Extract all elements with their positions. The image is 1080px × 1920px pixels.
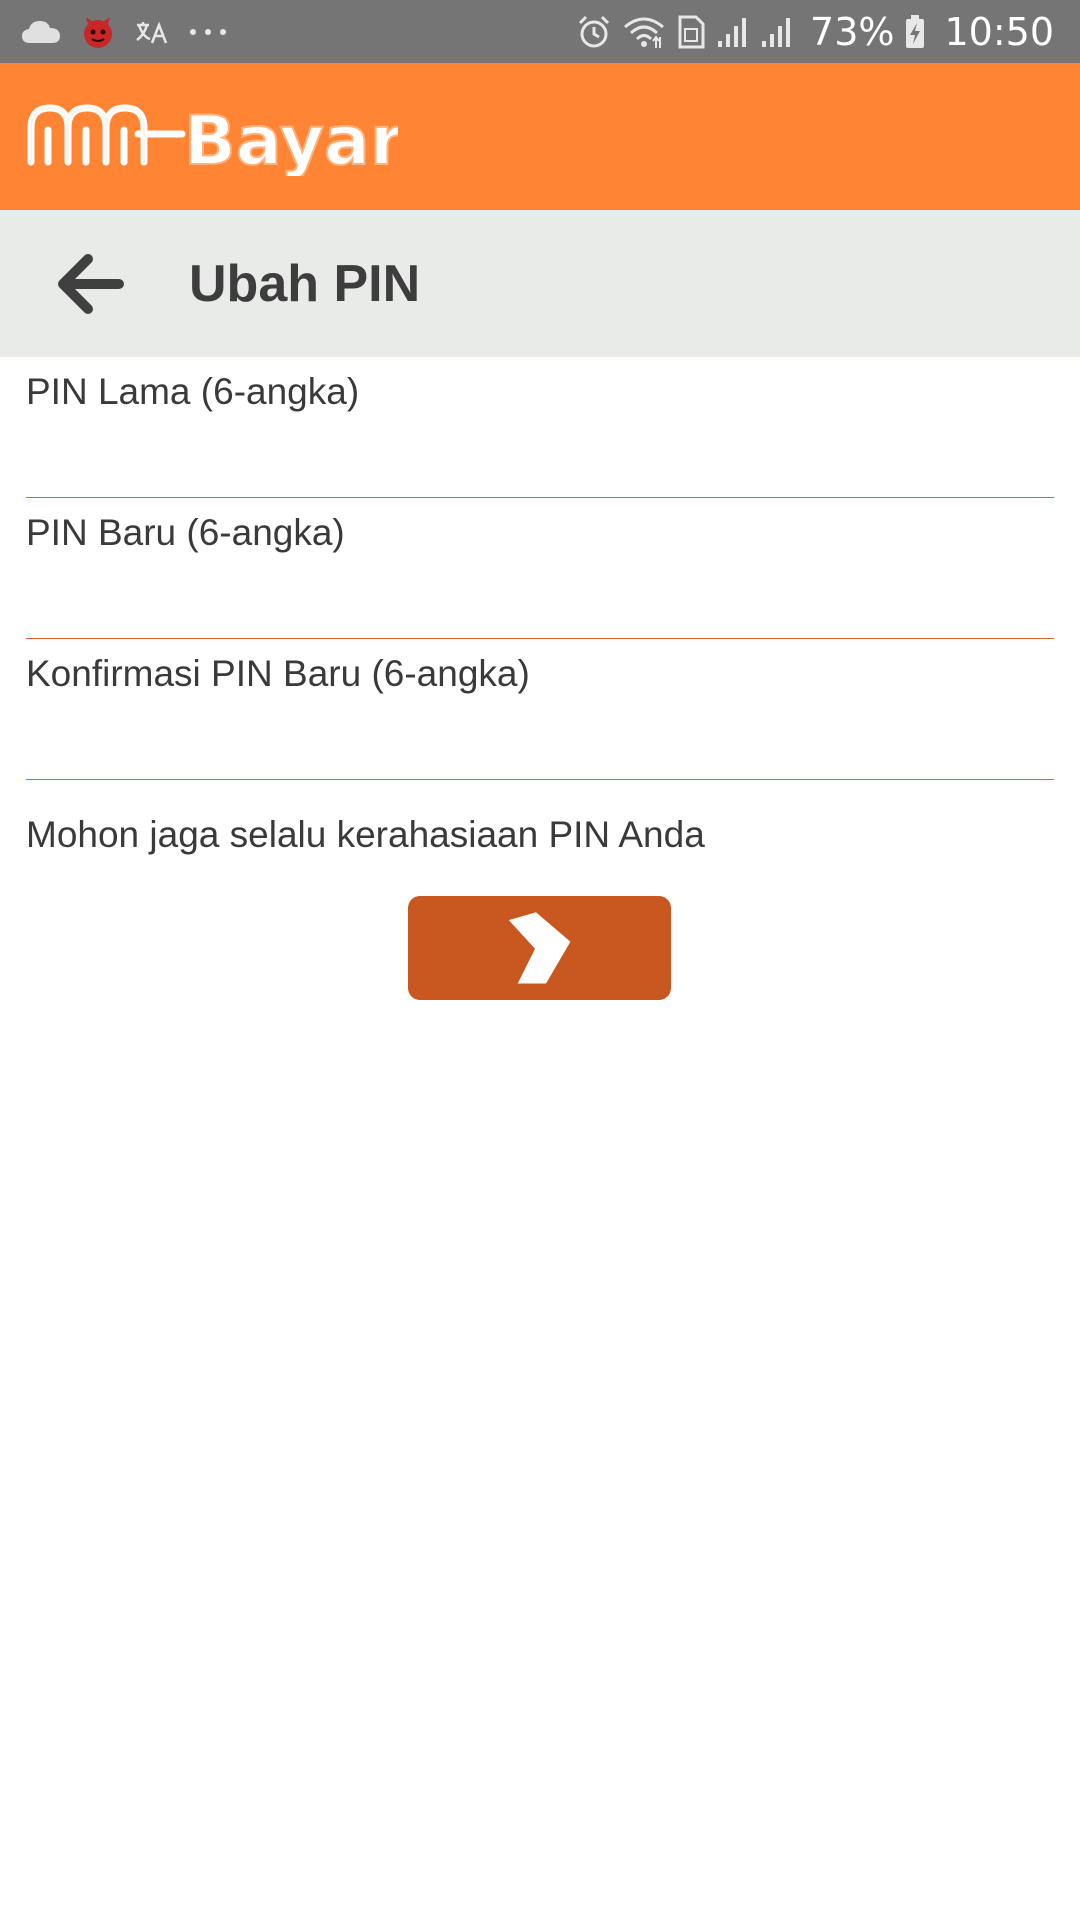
old-pin-input[interactable] xyxy=(26,357,1054,497)
change-pin-form: Mohon jaga selalu kerahasiaan PIN Anda xyxy=(0,357,1080,856)
title-bar: Ubah PIN xyxy=(0,210,1080,357)
mbayar-logo: Bayar xyxy=(26,92,405,182)
new-pin-field xyxy=(26,498,1054,639)
more-dots-icon xyxy=(188,27,228,37)
arrow-left-icon xyxy=(58,253,124,314)
confirm-pin-field xyxy=(26,639,1054,780)
old-pin-field xyxy=(26,357,1054,498)
submit-button[interactable] xyxy=(408,896,671,1000)
page-title: Ubah PIN xyxy=(189,254,421,313)
signal-icon xyxy=(760,15,794,49)
chevron-right-icon xyxy=(508,912,570,984)
back-button[interactable] xyxy=(35,229,145,339)
new-pin-input[interactable] xyxy=(26,498,1054,638)
battery-charging-icon xyxy=(904,14,926,50)
status-left xyxy=(20,14,246,50)
confirm-pin-input[interactable] xyxy=(26,639,1054,779)
app-header: Bayar xyxy=(0,63,1080,210)
svg-text:Bayar: Bayar xyxy=(184,102,398,176)
battery-percent: 73% xyxy=(810,9,895,54)
signal-icon xyxy=(716,15,750,49)
status-right: 73% 10:50 xyxy=(576,10,1054,54)
sim-icon xyxy=(676,14,706,50)
cloud-icon xyxy=(20,17,62,47)
status-bar: 73% 10:50 xyxy=(0,0,1080,63)
antutu-icon xyxy=(80,14,116,50)
alarm-icon xyxy=(576,14,612,50)
clock: 10:50 xyxy=(944,9,1054,54)
security-note: Mohon jaga selalu kerahasiaan PIN Anda xyxy=(26,814,705,855)
wifi-icon xyxy=(622,15,666,49)
translate-icon xyxy=(134,17,170,47)
